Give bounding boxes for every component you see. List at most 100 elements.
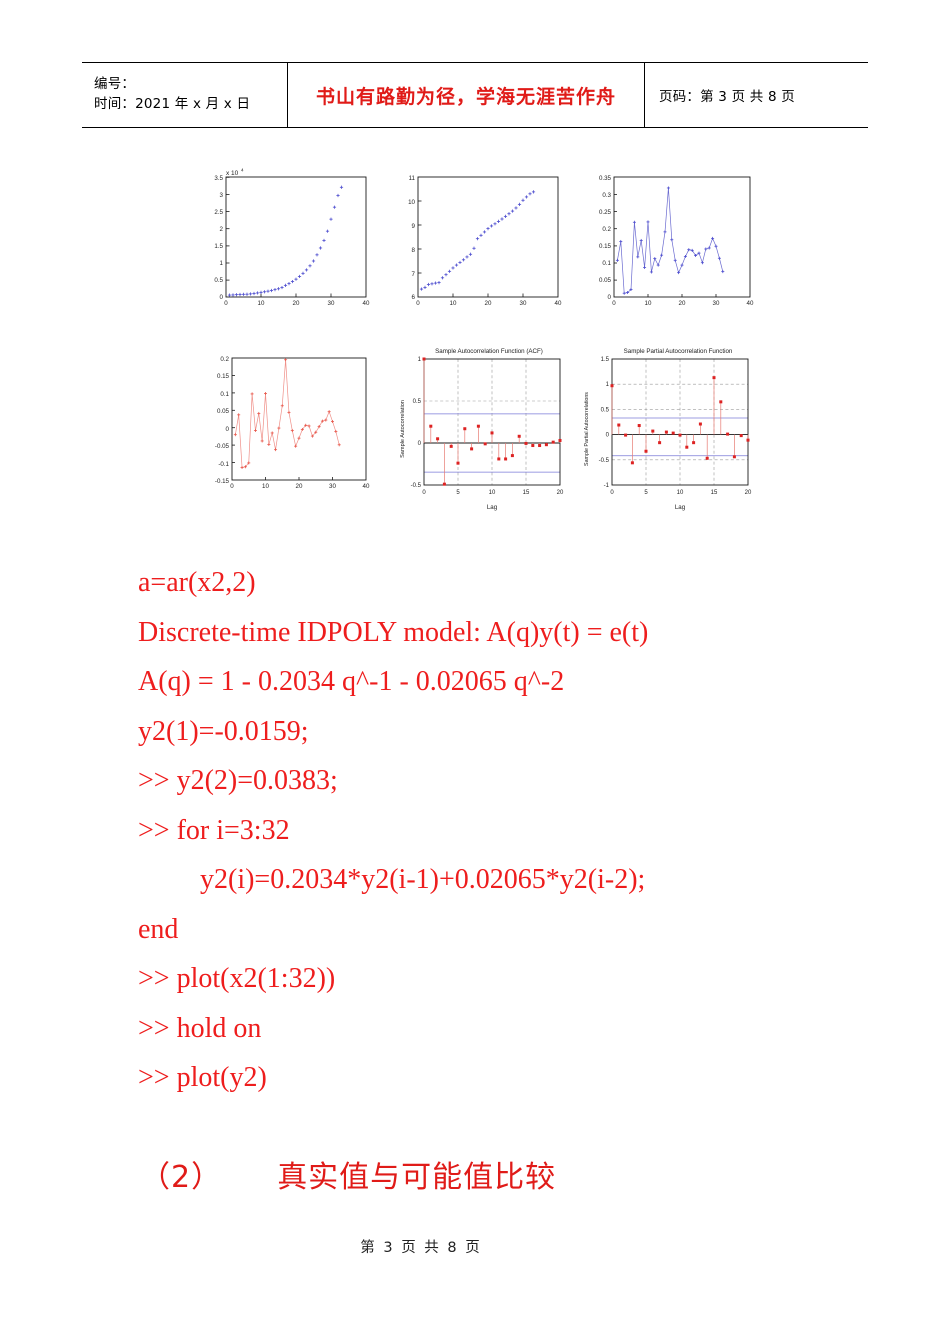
svg-text:20: 20 [557, 490, 564, 496]
svg-text:20: 20 [293, 300, 300, 307]
chart-pacf-ylabel: Sample Partial Autocorrelations [584, 392, 590, 466]
header-page-label: 页码：第 3 页 共 8 页 [659, 89, 795, 105]
code-line-10: >> hold on [138, 1012, 262, 1044]
header-cell-motto: 书山有路勤为径，学海无涯苦作舟 [287, 63, 645, 127]
svg-text:-0.5: -0.5 [411, 483, 422, 489]
svg-text:20: 20 [745, 490, 752, 496]
svg-text:9: 9 [412, 223, 416, 230]
svg-text:0.5: 0.5 [601, 407, 610, 413]
svg-text:10: 10 [677, 490, 684, 496]
svg-text:0.5: 0.5 [413, 399, 422, 405]
svg-text:0.1: 0.1 [220, 391, 229, 398]
chart-diff-red: 0.2 0.15 0.1 0.05 0 -0.05 -0.1 -0.15 0 10 20 30… [198, 346, 380, 516]
svg-text:0.1: 0.1 [602, 260, 611, 267]
section-number: （2） [140, 1160, 223, 1195]
header-motto-text: 书山有路勤为径，学海无涯苦作舟 [315, 85, 616, 108]
chart-raw-exponent-sup: 4 [241, 168, 244, 173]
svg-text:0: 0 [610, 490, 614, 496]
code-line-9: >> plot(x2(1:32)) [138, 963, 336, 994]
chart-log-series: 11 10 9 8 7 6 0 10 20 30 40 [390, 163, 572, 323]
svg-text:11: 11 [409, 175, 416, 182]
svg-text:20: 20 [679, 300, 686, 307]
svg-text:10: 10 [489, 490, 496, 496]
svg-text:30: 30 [329, 483, 336, 490]
svg-text:10: 10 [645, 300, 652, 307]
matlab-code-block: a=ar(x2,2) Discrete-time IDPOLY model: A(… [138, 558, 898, 1103]
chart-raw-series: x 10 4 3.5 3 2.5 2 1.5 1 0.5 0 0 10 20 3… [198, 163, 380, 323]
svg-text:1: 1 [220, 260, 224, 267]
svg-text:8: 8 [412, 247, 416, 254]
page-footer: 第 3 页 共 8 页 [360, 1240, 482, 1256]
svg-text:0: 0 [418, 441, 422, 447]
svg-text:7: 7 [412, 271, 416, 278]
svg-text:0.15: 0.15 [599, 243, 612, 250]
svg-text:30: 30 [520, 300, 527, 307]
svg-text:0: 0 [226, 426, 230, 433]
section-title: 真实值与可能值比较 [277, 1160, 557, 1195]
svg-text:20: 20 [485, 300, 492, 307]
svg-text:6: 6 [412, 294, 416, 301]
svg-text:15: 15 [523, 490, 530, 496]
svg-text:0: 0 [220, 294, 224, 301]
code-line-2: Discrete-time IDPOLY model: A(q)y(t) = e… [138, 616, 649, 648]
matlab-figure-group: x 10 4 3.5 3 2.5 2 1.5 1 0.5 0 0 10 20 3… [198, 163, 760, 523]
chart-pacf-title: Sample Partial Autocorrelation Function [624, 348, 733, 355]
header-id-label: 编号： [94, 76, 136, 93]
svg-text:0.2: 0.2 [602, 226, 611, 233]
svg-text:10: 10 [262, 483, 269, 490]
code-line-11: >> plot(y2) [138, 1062, 267, 1093]
code-line-7: y2(i)=0.2034*y2(i-1)+0.02065*y2(i-2); [200, 864, 646, 895]
svg-text:2: 2 [220, 226, 224, 233]
svg-text:1.5: 1.5 [214, 243, 223, 250]
code-line-6: >> for i=3:32 [138, 814, 290, 846]
svg-text:0: 0 [606, 433, 610, 439]
svg-text:0: 0 [608, 294, 612, 301]
svg-text:-1: -1 [604, 483, 610, 489]
svg-text:1: 1 [418, 357, 422, 363]
svg-text:0.2: 0.2 [220, 356, 229, 363]
svg-text:40: 40 [555, 300, 562, 307]
section-heading: （2） 真实值与可能值比较 [140, 1152, 556, 1196]
svg-text:0: 0 [230, 483, 234, 490]
svg-text:10: 10 [258, 300, 265, 307]
document-page: 编号： 时间：2021 年 x 月 x 日 书山有路勤为径，学海无涯苦作舟 页码… [0, 0, 950, 1344]
header-cell-page-number: 页码：第 3 页 共 8 页 [645, 63, 868, 127]
svg-text:15: 15 [711, 490, 718, 496]
svg-text:0.5: 0.5 [214, 277, 223, 284]
svg-text:20: 20 [296, 483, 303, 490]
chart-pacf-xlabel: Lag [675, 504, 686, 511]
chart-diff-blue: 0.35 0.3 0.25 0.2 0.15 0.1 0.05 0 0 10 20 30 40 [582, 163, 764, 323]
page-header-table: 编号： 时间：2021 年 x 月 x 日 书山有路勤为径，学海无涯苦作舟 页码… [82, 62, 868, 128]
svg-text:-0.1: -0.1 [218, 461, 229, 468]
svg-text:0.05: 0.05 [599, 277, 612, 284]
svg-text:-0.5: -0.5 [599, 458, 610, 464]
svg-text:0.3: 0.3 [602, 192, 611, 199]
svg-text:0: 0 [224, 300, 228, 307]
svg-text:1: 1 [606, 382, 610, 388]
svg-text:30: 30 [328, 300, 335, 307]
code-line-4: y2(1)=-0.0159; [138, 715, 309, 747]
svg-text:40: 40 [363, 483, 370, 490]
svg-text:0.05: 0.05 [217, 408, 230, 415]
code-line-3: A(q) = 1 - 0.2034 q^-1 - 0.02065 q^-2 [138, 666, 565, 697]
svg-text:5: 5 [456, 490, 460, 496]
svg-text:30: 30 [713, 300, 720, 307]
chart-acf-ylabel: Sample Autocorrelation [400, 400, 406, 458]
chart-raw-exponent: x 10 [226, 170, 239, 177]
svg-text:3.5: 3.5 [214, 175, 223, 182]
chart-pacf: Sample Partial Autocorrelation Function … [578, 341, 760, 519]
svg-text:5: 5 [644, 490, 648, 496]
svg-text:-0.15: -0.15 [215, 478, 230, 485]
svg-text:0.35: 0.35 [599, 175, 612, 182]
code-line-1: a=ar(x2,2) [138, 567, 256, 598]
svg-text:0: 0 [422, 490, 426, 496]
svg-text:-0.05: -0.05 [215, 443, 230, 450]
code-line-5: >> y2(2)=0.0383; [138, 765, 338, 796]
svg-text:0.25: 0.25 [599, 209, 612, 216]
header-date-label: 时间：2021 年 x 月 x 日 [94, 96, 251, 112]
svg-text:40: 40 [747, 300, 754, 307]
svg-text:0.15: 0.15 [217, 373, 230, 380]
svg-text:1.5: 1.5 [601, 357, 610, 363]
svg-text:40: 40 [363, 300, 370, 307]
chart-acf: Sample Autocorrelation Function (ACF) Sa… [394, 341, 572, 519]
